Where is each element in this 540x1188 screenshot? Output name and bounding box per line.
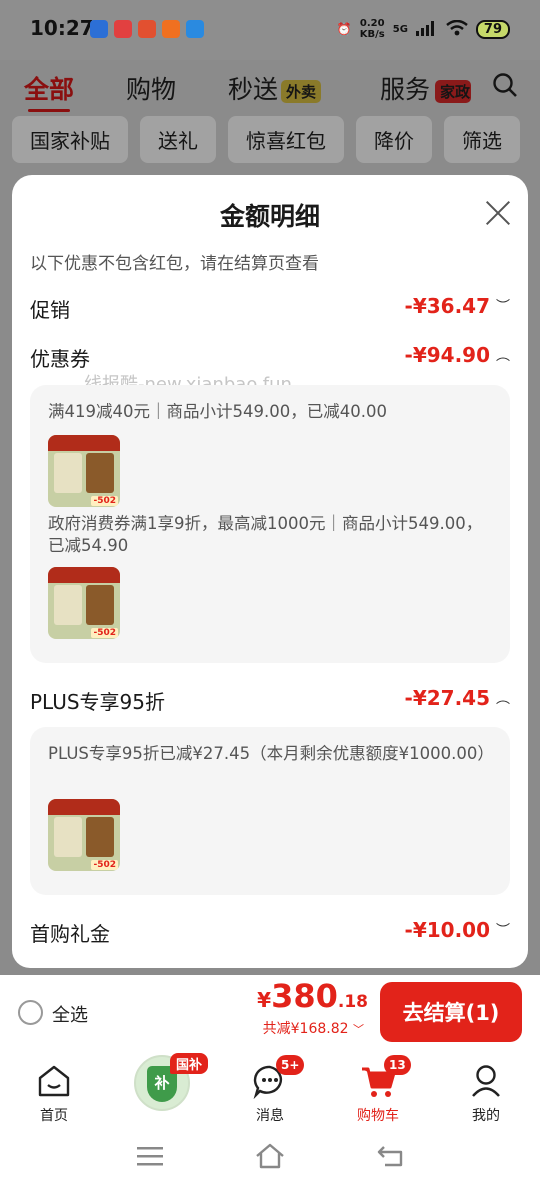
- waimai-badge: 外卖: [281, 80, 322, 103]
- app-notification-icon: [186, 20, 204, 38]
- row-promo[interactable]: 促销 -¥36.47 ︶: [30, 290, 510, 326]
- search-icon[interactable]: [492, 72, 518, 102]
- select-all-label[interactable]: 全选: [52, 1001, 88, 1027]
- net-speed: 0.20 KB/s: [359, 18, 385, 40]
- gov-subsidy-badge: 国补: [170, 1053, 209, 1074]
- coupon-detail-panel: 满419减40元｜商品小计549.00，已减40.00 -502 政府消费券满1…: [30, 385, 510, 663]
- select-all-radio[interactable]: [18, 1000, 43, 1025]
- plus-detail-panel: PLUS专享95折已减¥27.45（本月剩余优惠额度¥1000.00） -502: [30, 727, 510, 895]
- tab-all[interactable]: 全部: [24, 70, 74, 112]
- product-thumbnail: -502: [48, 567, 120, 639]
- checkout-button[interactable]: 去结算(1): [380, 982, 522, 1042]
- chevron-down-icon: ︶: [496, 299, 510, 315]
- coupon-detail-text: 满419减40元｜商品小计549.00，已减40.00: [48, 402, 387, 421]
- user-icon: [472, 1065, 500, 1097]
- amount-detail-sheet: 金额明细 以下优惠不包含红包，请在结算页查看 促销 -¥36.47 ︶ 优惠券 …: [12, 175, 528, 968]
- row-amount: -¥94.90: [404, 343, 490, 367]
- jiazheng-badge: 家政: [435, 80, 471, 103]
- chip-gift[interactable]: 送礼: [140, 116, 216, 163]
- status-app-icons: [90, 20, 204, 38]
- row-label: 首购礼金: [30, 922, 110, 946]
- tab-service[interactable]: 服务: [380, 70, 430, 106]
- total-saved[interactable]: 共减¥168.82 ﹀: [263, 1018, 364, 1038]
- tab-shopping[interactable]: 购物: [126, 70, 176, 106]
- row-plus[interactable]: PLUS专享95折 -¥27.45 ︵: [30, 682, 510, 718]
- sheet-title: 金额明细: [219, 202, 320, 231]
- row-label: 优惠券: [30, 347, 90, 371]
- wifi-icon: [446, 19, 468, 39]
- row-amount: -¥36.47: [404, 294, 490, 318]
- row-amount: -¥27.45: [404, 686, 490, 710]
- chevron-up-icon: ︵: [496, 691, 510, 707]
- chevron-down-icon: ﹀: [353, 1023, 364, 1036]
- plus-detail-text: PLUS专享95折已减¥27.45（本月剩余优惠额度¥1000.00）: [48, 744, 494, 763]
- app-notification-icon: [138, 20, 156, 38]
- tab-miaosong[interactable]: 秒送: [228, 70, 278, 106]
- home-nav-icon[interactable]: [255, 1143, 285, 1169]
- chevron-up-icon: ︵: [496, 348, 510, 364]
- messages-count-badge: 5+: [276, 1055, 305, 1075]
- row-label: PLUS专享95折: [30, 690, 165, 714]
- coupon-detail-text: 政府消费券满1享9折，最高减1000元｜商品小计549.00，已减54.90: [48, 514, 483, 555]
- product-thumbnail: -502: [48, 799, 120, 871]
- signal-label: 5G: [392, 23, 408, 35]
- row-label: 促销: [30, 298, 70, 322]
- battery-indicator: 79: [475, 19, 510, 39]
- row-amount: -¥10.00: [404, 918, 490, 942]
- close-button[interactable]: [480, 195, 516, 231]
- status-bar: 10:27 ⏰ 0.20 KB/s 5G 79: [0, 0, 540, 60]
- sheet-notice: 以下优惠不包含红包，请在结算页查看: [30, 254, 319, 274]
- app-notification-icon: [162, 20, 180, 38]
- chip-gov-subsidy[interactable]: 国家补贴: [12, 116, 128, 163]
- chevron-down-icon: ︶: [496, 923, 510, 939]
- bottom-tab-bar: 首页 补 国补 5+ 消息 13 购物车 我的: [0, 1049, 540, 1125]
- total-price: ¥380.18: [257, 977, 368, 1015]
- status-right: ⏰ 0.20 KB/s 5G 79: [337, 18, 510, 40]
- cart-count-badge: 13: [384, 1055, 411, 1075]
- row-first-purchase[interactable]: 首购礼金 -¥10.00 ︶: [30, 914, 510, 950]
- back-icon[interactable]: [377, 1145, 405, 1167]
- status-time: 10:27: [30, 16, 94, 40]
- checkout-bar: 全选 ¥380.18 共减¥168.82 ﹀ 去结算(1): [0, 975, 540, 1049]
- background-page: 全部 购物 秒送 外卖 服务 家政 国家补贴 送礼 惊喜红包 降价 筛选: [0, 60, 540, 180]
- chip-red-packet[interactable]: 惊喜红包: [228, 116, 344, 163]
- product-thumbnail: -502: [48, 435, 120, 507]
- home-icon: [38, 1065, 70, 1097]
- signal-bars-icon: [415, 20, 438, 39]
- chip-price-drop[interactable]: 降价: [356, 116, 432, 163]
- system-nav-bar: [0, 1125, 540, 1188]
- app-notification-icon: [90, 20, 108, 38]
- app-notification-icon: [114, 20, 132, 38]
- menu-icon[interactable]: [137, 1146, 163, 1166]
- chip-filter[interactable]: 筛选: [444, 116, 520, 163]
- alarm-icon: ⏰: [336, 22, 352, 36]
- filter-chips: 国家补贴 送礼 惊喜红包 降价 筛选: [12, 116, 520, 163]
- top-nav: 全部 购物 秒送 外卖 服务 家政: [0, 68, 540, 112]
